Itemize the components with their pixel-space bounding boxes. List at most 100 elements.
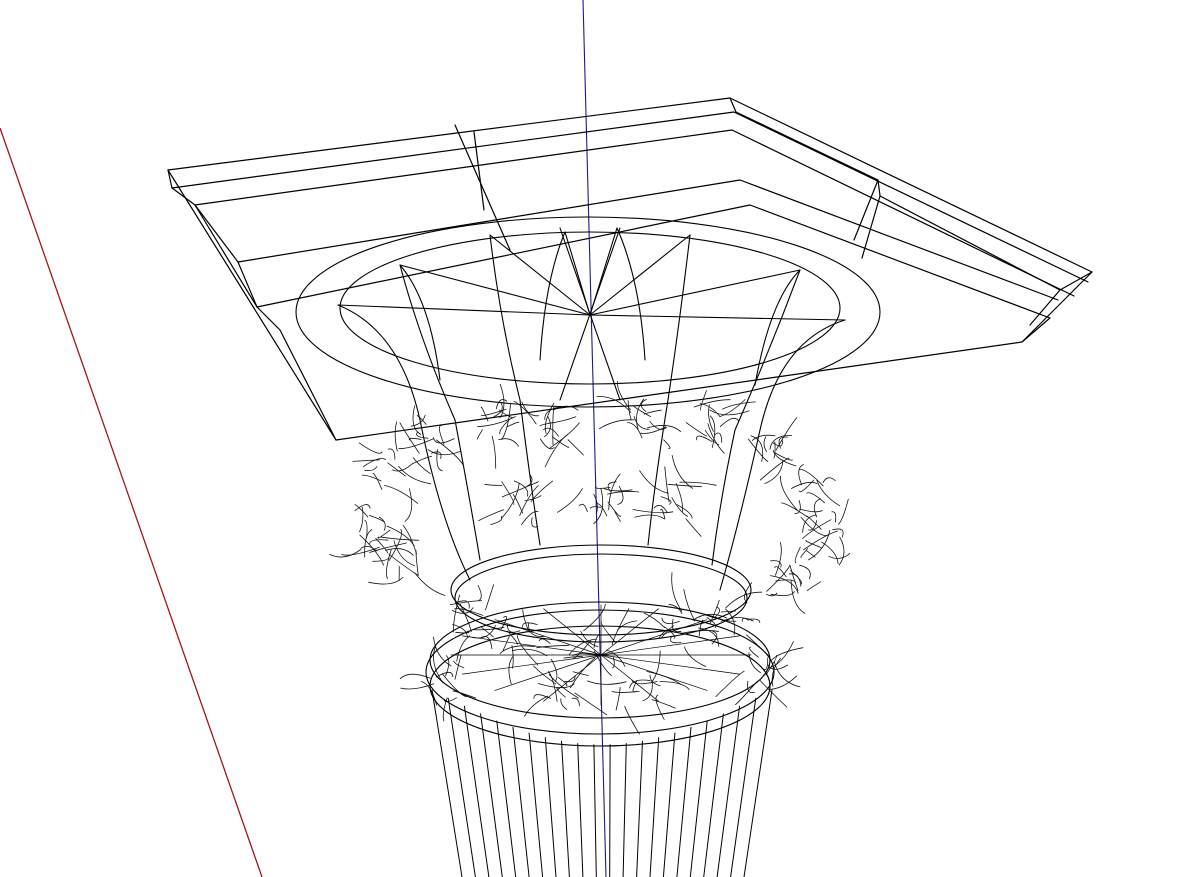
acanthus-leaf-stroke — [748, 652, 761, 673]
acanthus-leaf-stroke — [477, 585, 482, 602]
acanthus-leaf-stroke — [552, 406, 555, 445]
acanthus-leaf-stroke — [570, 657, 596, 689]
modeling-viewport[interactable] — [0, 0, 1200, 877]
acanthus-leaf-stroke — [749, 646, 759, 658]
acanthus-leaf-stroke — [454, 655, 462, 680]
acanthus-leaf-stroke — [392, 463, 412, 472]
acanthus-leaf-stroke — [375, 537, 389, 554]
acanthus-leaf-stroke — [660, 496, 672, 505]
acanthus-leaf-stroke — [519, 485, 539, 516]
acanthus-leaf-stroke — [639, 470, 669, 494]
acanthus-leaf-stroke — [671, 497, 689, 517]
acanthus-leaf-stroke — [655, 694, 665, 720]
acanthus-leaf-stroke — [408, 437, 422, 441]
acanthus-leaf-stroke — [643, 409, 662, 415]
acanthus-leaf-stroke — [794, 546, 801, 564]
acanthus-leaf-stroke — [589, 506, 601, 509]
wireframe-scene[interactable] — [0, 0, 1200, 877]
acanthus-leaf-stroke — [485, 584, 494, 611]
shaft-flute-line — [689, 720, 708, 877]
acanthus-leaf-stroke — [359, 506, 364, 533]
acanthus-leaf-stroke — [593, 634, 600, 648]
acanthus-leaf-stroke — [607, 491, 640, 495]
acanthus-leaf-stroke — [540, 438, 555, 450]
acanthus-leaf-stroke — [798, 464, 804, 486]
shaft-flute-line — [743, 689, 773, 877]
acanthus-leaf-stroke — [387, 462, 406, 477]
acanthus-leaf-stroke — [661, 617, 680, 625]
ring-radial-lines — [450, 604, 752, 706]
acanthus-leaf-stroke — [670, 636, 682, 644]
shaft-flute-line — [649, 737, 660, 877]
acanthus-leaf-stroke — [567, 439, 584, 456]
acanthus-leaf-stroke — [775, 542, 782, 576]
acanthus-leaf-stroke — [369, 542, 407, 553]
acanthus-leaf-stroke — [490, 516, 503, 525]
acanthus-leaf-stroke — [484, 483, 503, 486]
acanthus-leaf-stroke — [607, 481, 617, 492]
acanthus-leaf-stroke — [800, 516, 828, 537]
acanthus-leaf-stroke — [640, 426, 666, 434]
acanthus-leaf-stroke — [807, 581, 822, 591]
acanthus-leaf-stroke — [587, 680, 627, 685]
acanthus-leaf-stroke — [651, 699, 676, 709]
acanthus-leaf-stroke — [828, 553, 851, 559]
shaft-flute-line — [662, 732, 676, 877]
acanthus-leaf-stroke — [632, 509, 674, 514]
acanthus-leaf-stroke — [363, 458, 386, 467]
acanthus-leaf-stroke — [599, 419, 635, 430]
acanthus-leaf-stroke — [799, 564, 811, 580]
acanthus-leaf-stroke — [615, 687, 621, 711]
acanthus-leaf-stroke — [653, 505, 668, 513]
acanthus-leaf-stroke — [539, 422, 555, 427]
abacus-slab — [167, 97, 1093, 441]
acanthus-leaf-stroke — [548, 673, 579, 699]
acanthus-leaf-stroke — [667, 483, 702, 488]
acanthus-leaf-stroke — [725, 591, 763, 609]
acanthus-leaf-stroke — [387, 448, 396, 460]
acanthus-leaf-stroke — [533, 665, 557, 685]
acanthus-leaf-stroke — [663, 439, 671, 449]
acanthus-leaf-stroke — [593, 493, 598, 514]
acanthus-leaf-stroke — [427, 449, 462, 456]
acanthus-leaf-stroke — [372, 472, 383, 490]
shaft-flute-line — [544, 737, 557, 877]
acanthus-leaf-stroke — [806, 492, 825, 504]
shaft-flute-line — [716, 705, 741, 877]
acanthus-leaf-stroke — [791, 481, 818, 489]
shaft-flute-line — [622, 743, 627, 877]
shaft-flute-line — [636, 740, 643, 877]
acanthus-leaf-stroke — [617, 485, 624, 505]
acanthus-leaf-stroke — [384, 485, 419, 504]
acanthus-leaf-stroke — [537, 683, 575, 689]
acanthus-leaf-stroke — [775, 417, 798, 451]
acanthus-leaf-stroke — [361, 474, 382, 482]
acanthus-leaf-stroke — [683, 589, 696, 622]
ring-radial-line — [494, 619, 602, 656]
acanthus-leaf-stroke — [364, 519, 368, 538]
ring-radial-line — [600, 654, 740, 675]
acanthus-leaf-stroke — [522, 622, 538, 628]
acanthus-leaf-stroke — [799, 508, 823, 513]
acanthus-leaf-stroke — [816, 479, 841, 507]
acanthus-leaf-stroke — [400, 683, 435, 690]
acanthus-leaf-stroke — [476, 429, 483, 440]
shaft-flute-line — [431, 689, 463, 877]
acanthus-leaf-stroke — [571, 697, 580, 707]
acanthus-leaf-stroke — [508, 656, 514, 685]
acanthus-leaf-stroke — [549, 422, 580, 449]
shaft-flute-line — [730, 697, 757, 877]
acanthus-leaf-stroke — [751, 434, 776, 441]
acanthus-leaf-stroke — [763, 436, 767, 453]
acanthus-leaf-stroke — [650, 650, 661, 684]
acanthus-leaf-stroke — [822, 477, 836, 484]
acanthus-leaf-stroke — [404, 488, 413, 522]
acanthus-leaf-stroke — [762, 657, 769, 671]
acanthus-leaf-stroke — [388, 553, 419, 576]
acanthus-leaf-stroke — [800, 548, 808, 558]
acanthus-leaf-stroke — [414, 572, 446, 596]
acanthus-leaf-stroke — [832, 528, 844, 538]
acanthus-leaf-stroke — [838, 498, 849, 525]
acanthus-leaf-stroke — [684, 646, 707, 667]
acanthus-leaf-stroke — [789, 564, 799, 591]
